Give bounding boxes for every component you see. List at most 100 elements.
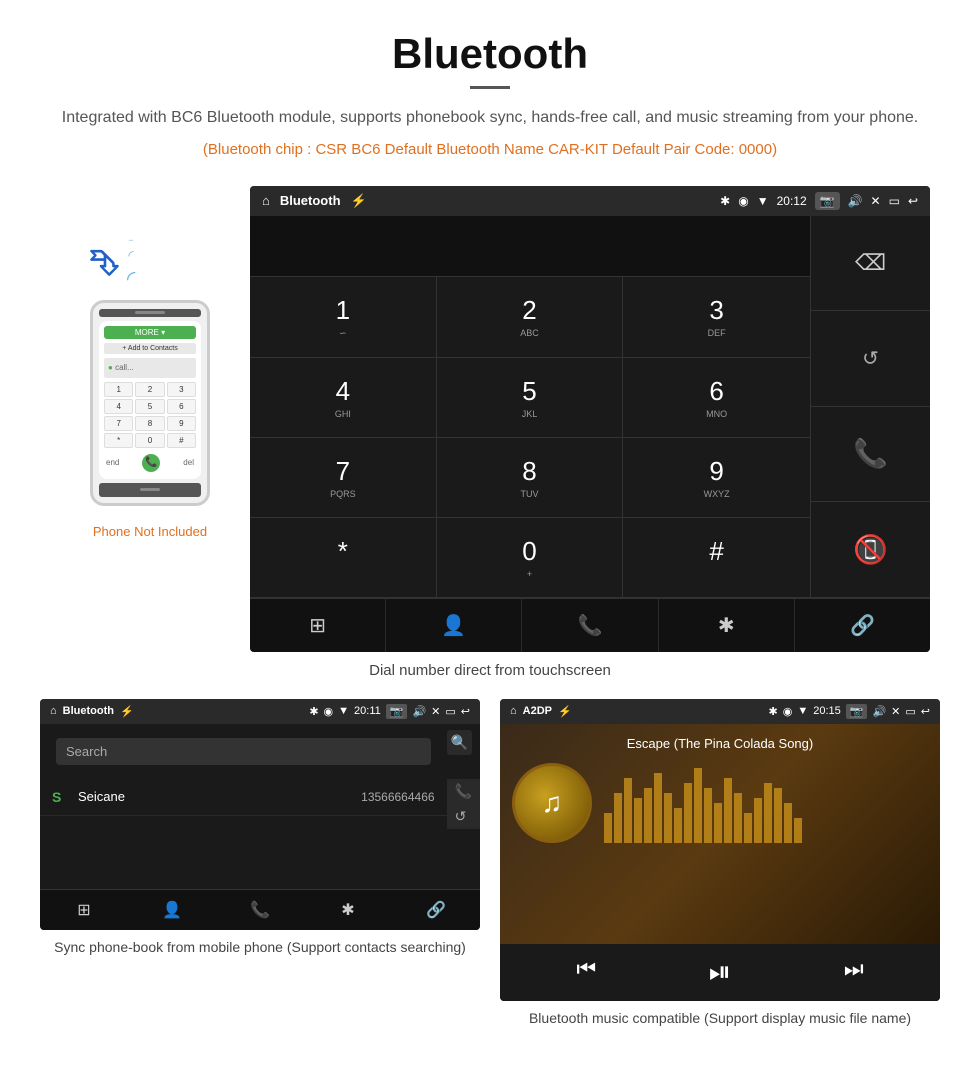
phone-mockup: MORE ▾ + Add to Contacts ● call... 123 4… (90, 300, 210, 506)
pb-time: 20:11 (354, 705, 381, 717)
pb-bt-icon: ✱ (309, 705, 318, 718)
dial-key-6[interactable]: 6MNO (623, 358, 810, 438)
pb-loc-icon: ◉ (324, 705, 334, 718)
dial-key-hash[interactable]: # (623, 518, 810, 598)
dial-key-star[interactable]: * (250, 518, 437, 598)
pb-close-icon[interactable]: ✕ (431, 705, 440, 718)
music-note-icon: ♫ (542, 787, 563, 819)
dial-key-7[interactable]: 7PQRS (250, 438, 437, 518)
pb-nav-phone[interactable]: 📞 (216, 890, 304, 930)
title-divider (470, 86, 510, 89)
phone-side: ⮷ ┈ ◜ ◜ MORE ▾ + Add to Contacts ● call.… (50, 186, 250, 539)
music-screen: ⌂ A2DP ⚡ ✱ ◉ ▼ 20:15 📷 🔊 ✕ ▭ ↩ E (500, 699, 940, 1001)
dial-key-8[interactable]: 8TUV (437, 438, 624, 518)
car-bottom-nav: ⊞ 👤 📞 ✱ 🔗 (250, 598, 930, 652)
pb-vol-icon[interactable]: 🔊 (412, 705, 426, 718)
main-screenshot-area: ⮷ ┈ ◜ ◜ MORE ▾ + Add to Contacts ● call.… (0, 186, 980, 652)
phone-mock-keypad: 123 456 789 *0# (104, 382, 196, 448)
home-icon[interactable]: ⌂ (262, 193, 270, 208)
phone-mock-header: MORE ▾ (104, 326, 196, 339)
phone-mock-add-contact: + Add to Contacts (104, 343, 196, 354)
song-title: Escape (The Pina Colada Song) (512, 736, 928, 751)
contact-letter: S (52, 789, 68, 805)
usb-icon: ⚡ (351, 193, 367, 209)
pb-back-icon[interactable]: ↩ (461, 705, 470, 718)
prev-track-button[interactable]: ⏮ (576, 956, 596, 989)
music-camera-icon[interactable]: 📷 (846, 704, 868, 719)
car-main-screen: ⌂ Bluetooth ⚡ ✱ ◉ ▼ 20:12 📷 🔊 ✕ ▭ ↩ (250, 186, 930, 652)
dial-key-4[interactable]: 4GHI (250, 358, 437, 438)
pb-nav-contacts[interactable]: 👤 (128, 890, 216, 930)
car-statusbar: ⌂ Bluetooth ⚡ ✱ ◉ ▼ 20:12 📷 🔊 ✕ ▭ ↩ (250, 186, 930, 216)
nav-phone[interactable]: 📞 (522, 599, 658, 652)
statusbar-title: Bluetooth (280, 193, 341, 208)
dial-key-5[interactable]: 5JKL (437, 358, 624, 438)
music-player-area: Escape (The Pina Colada Song) ♫ (500, 724, 940, 944)
music-statusbar: ⌂ A2DP ⚡ ✱ ◉ ▼ 20:15 📷 🔊 ✕ ▭ ↩ (500, 699, 940, 724)
music-usb-icon: ⚡ (558, 705, 572, 718)
end-call-button[interactable]: 📵 (811, 502, 930, 598)
pb-nav-bt[interactable]: ✱ (304, 890, 392, 930)
page-description: Integrated with BC6 Bluetooth module, su… (60, 105, 920, 131)
phonebook-statusbar: ⌂ Bluetooth ⚡ ✱ ◉ ▼ 20:11 📷 🔊 ✕ ▭ ↩ (40, 699, 480, 724)
pb-nav-link[interactable]: 🔗 (392, 890, 480, 930)
dial-key-3[interactable]: 3DEF (623, 277, 810, 358)
pb-camera-icon[interactable]: 📷 (386, 704, 408, 719)
music-back-icon[interactable]: ↩ (921, 705, 930, 718)
camera-status-icon[interactable]: 📷 (815, 192, 840, 210)
dial-key-9[interactable]: 9WXYZ (623, 438, 810, 518)
close-status-icon[interactable]: ✕ (871, 194, 881, 208)
music-content: ♫ (512, 763, 928, 843)
dial-key-2[interactable]: 2ABC (437, 277, 624, 358)
pb-nav-dialpad[interactable]: ⊞ (40, 890, 128, 930)
pb-title: Bluetooth (63, 705, 114, 717)
album-art: ♫ (512, 763, 592, 843)
location-status-icon: ◉ (738, 194, 748, 208)
nav-bluetooth[interactable]: ✱ (659, 599, 795, 652)
call-right-icon[interactable]: 📞 (455, 783, 472, 800)
title-section: Bluetooth Integrated with BC6 Bluetooth … (0, 0, 980, 186)
volume-status-icon[interactable]: 🔊 (848, 194, 863, 208)
back-status-icon[interactable]: ↩ (908, 194, 918, 208)
music-window-icon[interactable]: ▭ (905, 705, 915, 718)
pb-window-icon[interactable]: ▭ (445, 705, 455, 718)
dial-key-0[interactable]: 0+ (437, 518, 624, 598)
music-home-icon[interactable]: ⌂ (510, 705, 517, 717)
redial-right-icon[interactable]: ↺ (455, 808, 472, 825)
search-icon[interactable]: 🔍 (447, 730, 472, 755)
music-wifi-icon: ▼ (797, 705, 808, 717)
contact-number: 13566664466 (361, 790, 434, 804)
phonebook-entry: S Seicane 13566664466 (40, 779, 447, 816)
dial-key-1[interactable]: 1∽ (250, 277, 437, 358)
chip-info: (Bluetooth chip : CSR BC6 Default Blueto… (60, 141, 920, 158)
music-time: 20:15 (813, 705, 841, 717)
call-button[interactable]: 📞 (811, 407, 930, 503)
backspace-button[interactable]: ⌫ (811, 216, 930, 312)
bt-status-icon: ✱ (720, 194, 730, 208)
dialpad-container: 1∽ 2ABC 3DEF 4GHI 5JKL 6MNO 7PQRS 8TUV 9… (250, 216, 930, 598)
music-vol-icon[interactable]: 🔊 (872, 705, 886, 718)
phone-mock-call-btn[interactable]: 📞 (142, 454, 160, 472)
page-title: Bluetooth (60, 30, 920, 78)
next-track-button[interactable]: ⏭ (844, 956, 864, 989)
window-status-icon[interactable]: ▭ (889, 194, 900, 208)
bluetooth-symbol-icon: ⮷ (90, 242, 119, 285)
nav-contacts[interactable]: 👤 (386, 599, 522, 652)
pb-home-icon[interactable]: ⌂ (50, 705, 57, 717)
music-title: A2DP (523, 705, 552, 717)
search-placeholder-text: Search (66, 744, 107, 759)
music-close-icon[interactable]: ✕ (891, 705, 900, 718)
dialpad-display (250, 216, 810, 276)
nav-dialpad[interactable]: ⊞ (250, 599, 386, 652)
music-controls: ⏮ ⏯ ⏭ (500, 944, 940, 1001)
wifi-status-icon: ▼ (757, 194, 769, 208)
redial-button[interactable]: ↺ (811, 311, 930, 407)
contact-name: Seicane (78, 789, 361, 804)
play-pause-button[interactable]: ⏯ (709, 956, 731, 989)
nav-link[interactable]: 🔗 (795, 599, 930, 652)
phonebook-search[interactable]: Search (56, 738, 431, 765)
pb-usb-icon: ⚡ (120, 705, 134, 718)
statusbar-time: 20:12 (777, 194, 807, 208)
dialpad-grid: 1∽ 2ABC 3DEF 4GHI 5JKL 6MNO 7PQRS 8TUV 9… (250, 276, 810, 598)
music-loc-icon: ◉ (783, 705, 793, 718)
